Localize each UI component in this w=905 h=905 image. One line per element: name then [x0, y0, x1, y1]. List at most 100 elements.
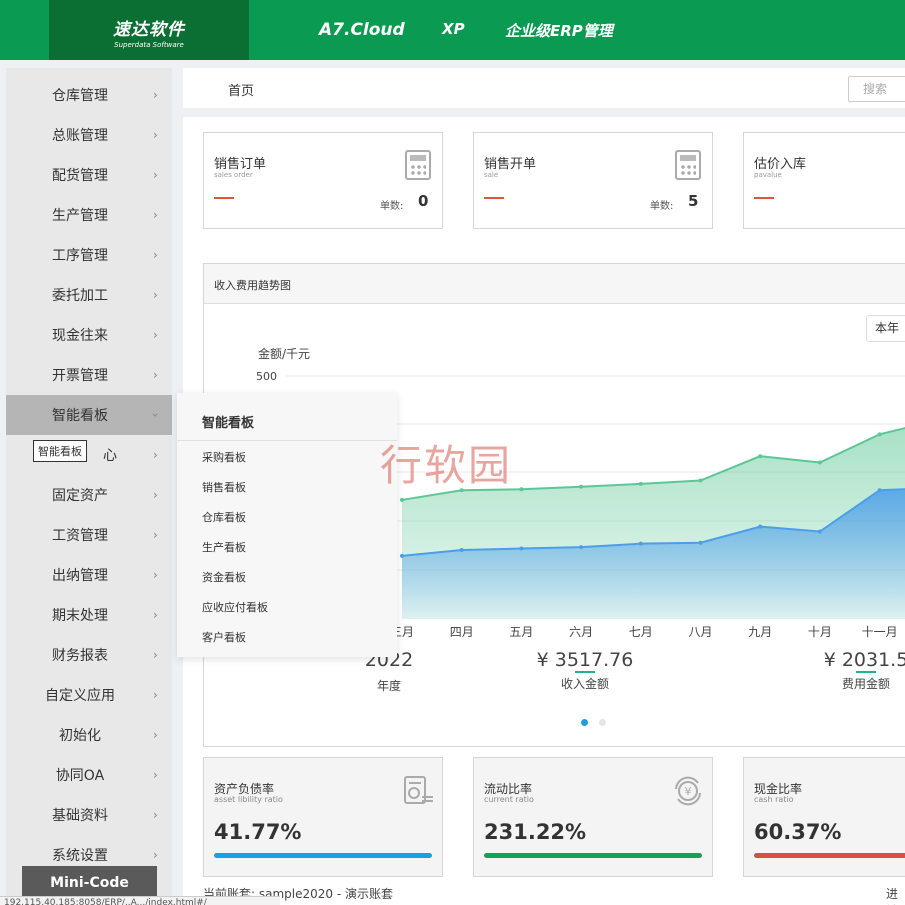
stat-underline — [575, 671, 595, 673]
data-point[interactable] — [877, 488, 882, 493]
sidebar-tooltip: 智能看板 — [33, 440, 87, 462]
card-title: 估价入库 — [754, 157, 807, 172]
data-point[interactable] — [877, 432, 882, 437]
footer-link[interactable]: 进销 — [886, 885, 905, 905]
data-point[interactable] — [638, 481, 643, 486]
x-tick-label: 四月 — [450, 625, 474, 639]
sidebar-item-process[interactable]: 工序管理 › — [6, 235, 172, 275]
sidebar-item-custom-apps[interactable]: 自定义应用 › — [6, 675, 172, 715]
card-dash — [754, 197, 774, 199]
breadcrumb-home[interactable]: 首页 — [228, 80, 254, 99]
sidebar-item-production[interactable]: 生产管理 › — [6, 195, 172, 235]
sidebar-item-period-end[interactable]: 期末处理 › — [6, 595, 172, 635]
sidebar-item-label: 初始化 — [59, 728, 101, 744]
data-point[interactable] — [638, 541, 643, 546]
top-header: 速达软件 Superdata Software A7.Cloud XP 企业级E… — [0, 0, 905, 60]
sidebar: 仓库管理 › 总账管理 › 配货管理 › 生产管理 › 工序管理 › 委托加工 › 现金往来… — [6, 68, 172, 905]
sidebar-item-label: 委托加工 — [52, 288, 108, 304]
sidebar-item-cashier[interactable]: 出纳管理 › — [6, 555, 172, 595]
sidebar-item-distribution[interactable]: 配货管理 › — [6, 155, 172, 195]
sidebar-item-label: 工资管理 — [52, 528, 108, 544]
nav-a7-cloud[interactable]: A7.Cloud — [319, 20, 405, 40]
sidebar-item-label: 系统设置 — [52, 848, 108, 864]
sidebar-item-ledger[interactable]: 总账管理 › — [6, 115, 172, 155]
sidebar-item-init[interactable]: 初始化 › — [6, 715, 172, 755]
data-point[interactable] — [519, 487, 524, 492]
sales-order-card[interactable]: 销售订单 sales order 单数: 0 — [203, 132, 443, 229]
sidebar-item-center[interactable]: 心 › — [6, 435, 172, 475]
count-label: 单数: — [650, 201, 674, 212]
valuation-card[interactable]: 估价入库 pavalue — [743, 132, 905, 229]
submenu-item-purchase[interactable]: 采购看板 — [202, 449, 246, 465]
sidebar-item-label: 基础资料 — [52, 808, 108, 824]
submenu-item-receivables[interactable]: 应收应付看板 — [202, 599, 268, 615]
chevron-right-icon: › — [153, 368, 158, 382]
data-point[interactable] — [817, 460, 822, 465]
chevron-right-icon: › — [153, 848, 158, 862]
stat-value: ¥ 2031.5 — [823, 649, 905, 671]
asset-liability-card[interactable]: 资产负债率 asset libility ratio 41.77% — [203, 757, 443, 877]
chevron-right-icon: › — [153, 808, 158, 822]
data-point[interactable] — [758, 524, 763, 529]
data-point[interactable] — [459, 547, 464, 552]
data-point[interactable] — [519, 546, 524, 551]
chevron-right-icon: › — [153, 768, 158, 782]
chevron-right-icon: › — [153, 128, 158, 142]
submenu-item-sales[interactable]: 销售看板 — [202, 479, 246, 495]
data-point[interactable] — [400, 553, 404, 558]
pager-dot[interactable] — [599, 719, 607, 726]
sidebar-item-oa[interactable]: 协同OA › — [6, 755, 172, 795]
sidebar-item-cash[interactable]: 现金往来 › — [6, 315, 172, 355]
sidebar-item-label: 仓库管理 — [52, 88, 108, 104]
sidebar-item-label: 智能看板 — [52, 408, 108, 424]
submenu-item-production[interactable]: 生产看板 — [202, 539, 246, 555]
sidebar-item-payroll[interactable]: 工资管理 › — [6, 515, 172, 555]
submenu-item-customers[interactable]: 客户看板 — [202, 629, 246, 645]
search-input[interactable]: 搜索 — [848, 76, 905, 102]
chevron-right-icon: › — [153, 288, 158, 302]
report-icon — [404, 776, 433, 804]
mini-code-button[interactable]: Mini-Code — [22, 866, 157, 900]
app-logo[interactable]: 速达软件 Superdata Software — [49, 0, 249, 60]
sidebar-item-basic-data[interactable]: 基础资料 › — [6, 795, 172, 835]
count-value: 0 — [418, 192, 429, 210]
cash-ratio-card[interactable]: 现金比率 cash ratio 60.37% — [743, 757, 905, 877]
current-ratio-card[interactable]: 流动比率 current ratio 231.22% ¥ — [473, 757, 713, 877]
dashboard-submenu: 智能看板 采购看板 销售看板 仓库看板 生产看板 资金看板 应收应付看板 客户看… — [177, 393, 397, 657]
submenu-item-warehouse[interactable]: 仓库看板 — [202, 509, 246, 525]
y-tick-label: 500 — [256, 370, 277, 383]
sidebar-item-outsourcing[interactable]: 委托加工 › — [6, 275, 172, 315]
sidebar-item-label: 固定资产 — [52, 488, 108, 504]
data-point[interactable] — [758, 454, 763, 459]
breadcrumb: 首页 搜索 — [183, 68, 905, 108]
sidebar-item-invoicing[interactable]: 开票管理 › — [6, 355, 172, 395]
chevron-right-icon: › — [153, 168, 158, 182]
sales-invoice-card[interactable]: 销售开单 sale 单数: 5 — [473, 132, 713, 229]
sidebar-item-label: 现金往来 — [52, 328, 108, 344]
sidebar-item-label: 自定义应用 — [45, 688, 115, 704]
data-point[interactable] — [817, 529, 822, 534]
pager-dot-active[interactable] — [581, 719, 588, 726]
submenu-item-funds[interactable]: 资金看板 — [202, 569, 246, 585]
card-subtitle: sales order — [214, 171, 253, 179]
data-point[interactable] — [579, 484, 584, 489]
data-point[interactable] — [698, 540, 703, 545]
data-point[interactable] — [579, 545, 584, 550]
sidebar-item-reports[interactable]: 财务报表 › — [6, 635, 172, 675]
sidebar-item-warehouse[interactable]: 仓库管理 › — [6, 75, 172, 115]
data-point[interactable] — [698, 478, 703, 483]
count-label: 单数: — [380, 201, 404, 212]
chevron-right-icon: › — [153, 648, 158, 662]
data-point[interactable] — [400, 497, 404, 502]
sidebar-item-fixed-assets[interactable]: 固定资产 › — [6, 475, 172, 515]
ratio-value: 60.37% — [754, 820, 842, 844]
nav-erp[interactable]: 企业级ERP管理 — [505, 20, 613, 41]
count-value: 5 — [688, 192, 699, 210]
sidebar-item-dashboard[interactable]: 智能看板 › — [6, 395, 172, 435]
chevron-right-icon: › — [153, 248, 158, 262]
year-select-button[interactable]: 本年 — [866, 315, 905, 342]
nav-xp[interactable]: XP — [442, 20, 465, 38]
submenu-title: 智能看板 — [202, 416, 255, 431]
x-tick-label: 十月 — [808, 625, 832, 639]
chevron-right-icon: › — [153, 208, 158, 222]
